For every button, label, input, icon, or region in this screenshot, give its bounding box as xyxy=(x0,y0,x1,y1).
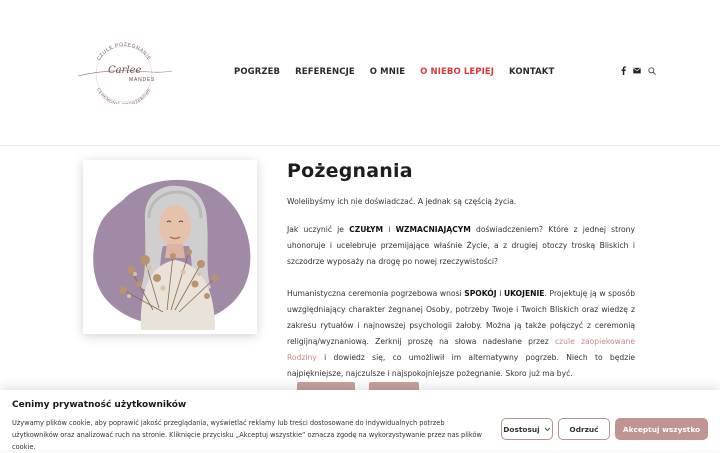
cookie-banner: Cenimy prywatność użytkowników Używamy p… xyxy=(0,390,720,451)
intro-text: Wolelibyśmy ich nie doświadczać. A jedna… xyxy=(287,197,517,206)
search-icon[interactable] xyxy=(648,66,656,75)
page-title: Pożegnania xyxy=(287,160,413,182)
nav-item-kontakt[interactable]: KONTAKT xyxy=(509,67,554,77)
svg-text:Carlee: Carlee xyxy=(108,65,142,76)
reject-button[interactable]: Odrzuć xyxy=(558,418,610,440)
svg-text:MANDES: MANDES xyxy=(129,77,155,83)
customize-label: Dostosuj xyxy=(503,424,540,434)
main-content: Pożegnania Wolelibyśmy ich nie doświadcz… xyxy=(287,160,635,394)
emphasis-wzmacniajacym: WZMACNIAJĄCYM xyxy=(395,225,471,234)
cookie-text: Używamy plików cookie, aby poprawić jako… xyxy=(12,419,482,451)
customize-button[interactable]: Dostosuj xyxy=(501,418,553,440)
main-nav: POGRZEB REFERENCJE O MNIE O NIEBO LEPIEJ… xyxy=(234,67,569,77)
emphasis-ukojenie: UKOJENIE xyxy=(503,289,545,298)
intro-paragraph: Wolelibyśmy ich nie doświadczać. A jedna… xyxy=(287,194,635,210)
ceremony-paragraph: Humanistyczna ceremonia pogrzebowa wnosi… xyxy=(287,286,635,382)
emphasis-spokoj: SPOKÓJ xyxy=(464,289,497,298)
nav-item-o-mnie[interactable]: O MNIE xyxy=(370,67,405,77)
text-segment: i dowiedz się, co umożliwił im alternaty… xyxy=(287,353,635,378)
chevron-down-icon xyxy=(544,427,551,431)
email-icon[interactable] xyxy=(633,67,641,74)
portrait-card xyxy=(83,160,257,334)
nav-item-referencje[interactable]: REFERENCJE xyxy=(295,67,355,77)
svg-text:CZUŁE POŻEGNANIE: CZUŁE POŻEGNANIE xyxy=(96,41,152,62)
nav-item-o-niebo-lepiej[interactable]: O NIEBO LEPIEJ xyxy=(420,67,494,77)
text-segment: Jak uczynić je xyxy=(287,225,350,234)
site-logo[interactable]: CZUŁE POŻEGNANIE CEREMONIE POGRZEBOWE Ca… xyxy=(74,40,174,104)
portrait-image xyxy=(93,179,251,330)
text-segment: Humanistyczna ceremonia pogrzebowa wnosi xyxy=(287,289,465,298)
site-header: CZUŁE POŻEGNANIE CEREMONIE POGRZEBOWE Ca… xyxy=(0,0,720,146)
cookie-title: Cenimy prywatność użytkowników xyxy=(12,400,187,410)
text-segment: i xyxy=(383,225,396,234)
emphasis-czulym: CZUŁYM xyxy=(349,225,384,234)
nav-item-pogrzeb[interactable]: POGRZEB xyxy=(234,67,280,77)
accept-all-button[interactable]: Akceptuj wszystko xyxy=(615,418,708,440)
question-paragraph: Jak uczynić je CZUŁYM i WZMACNIAJĄCYM do… xyxy=(287,222,635,270)
svg-text:CEREMONIE POGRZEBOWE: CEREMONIE POGRZEBOWE xyxy=(96,87,152,104)
facebook-icon[interactable] xyxy=(621,66,626,75)
text-segment: i xyxy=(496,289,504,298)
social-links xyxy=(621,66,656,75)
